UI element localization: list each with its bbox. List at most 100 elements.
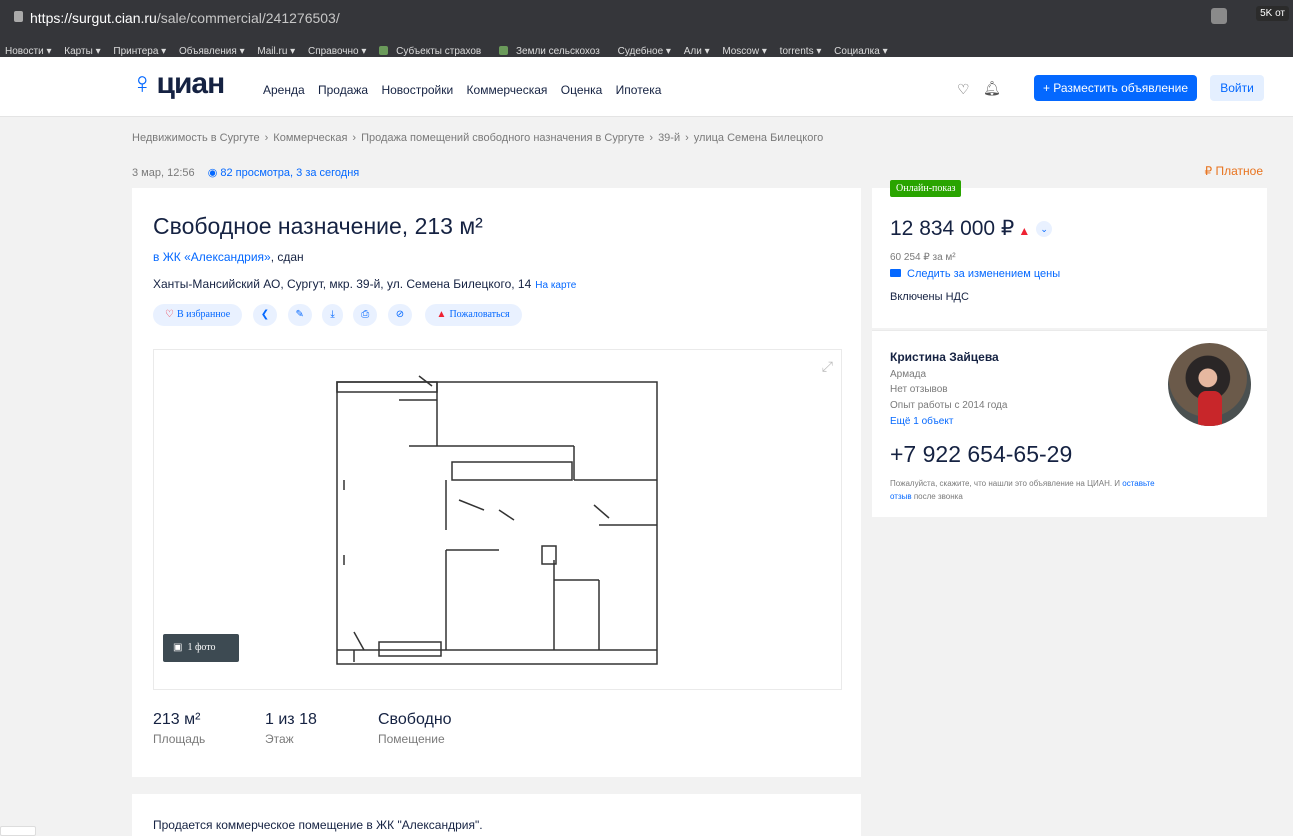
views-link[interactable]: ◉ 82 просмотра, 3 за сегодня — [208, 167, 360, 179]
breadcrumb-item[interactable]: Недвижимость в Сургуте — [132, 132, 260, 144]
agent-phone[interactable]: +7 922 654-65-29 — [890, 441, 1072, 468]
online-showing-badge: Онлайн-показ — [890, 180, 962, 197]
bookmark-reference[interactable]: Справочно ▾ — [308, 46, 366, 57]
price-up-icon: ▲ — [1018, 224, 1031, 238]
breadcrumb-item[interactable]: Коммерческая — [273, 132, 347, 144]
price-history-toggle[interactable]: ⌄ — [1036, 221, 1053, 237]
url-host: https://surgut.cian.ru — [30, 10, 157, 26]
publish-date: 3 мар, 12:56 — [132, 167, 195, 179]
bookmark-printers[interactable]: Принтера ▾ — [113, 46, 166, 57]
breadcrumb-item[interactable]: улица Семена Билецкого — [694, 132, 823, 144]
nav-commercial[interactable]: Коммерческая — [467, 83, 548, 97]
cian-logo[interactable]: ♀ циан — [131, 67, 225, 101]
agent-reviews: Нет отзывов — [890, 384, 948, 395]
price-per-meter: 60 254 ₽ за м² — [890, 252, 956, 263]
bookmark-maps[interactable]: Карты ▾ — [64, 46, 100, 57]
avatar-figure — [1198, 391, 1222, 426]
lock-icon — [14, 11, 23, 22]
complex-line: в ЖК «Александрия», сдан — [153, 250, 304, 264]
scroll-handle[interactable] — [0, 826, 36, 836]
envelope-icon — [890, 269, 901, 277]
bookmark-torrents[interactable]: torrents ▾ — [780, 46, 822, 57]
extension-badge[interactable]: 5K от — [1256, 6, 1289, 21]
description-card: Продается коммерческое помещение в ЖК "А… — [132, 794, 861, 836]
bookmark-favicon — [379, 46, 389, 55]
photo-gallery[interactable]: ⤢ ▣ 1 фото — [153, 349, 842, 690]
bookmark-news[interactable]: Новости ▾ — [5, 46, 52, 57]
agent-name[interactable]: Кристина Зайцева — [890, 350, 999, 364]
bookmark-court[interactable]: Судебное ▾ — [618, 46, 671, 57]
nav-rent[interactable]: Аренда — [263, 83, 305, 97]
breadcrumb-separator-icon: › — [649, 132, 654, 144]
call-hint: Пожалуйста, скажите, что нашли это объяв… — [890, 479, 1155, 501]
agent-more-link[interactable]: Ещё 1 объект — [890, 416, 953, 427]
bookmark-favicon — [499, 46, 508, 55]
bookmark-mailru[interactable]: Mail.ru ▾ — [257, 46, 295, 57]
stat-label: Этаж — [265, 732, 294, 746]
breadcrumb-item[interactable]: 39-й — [658, 132, 680, 144]
stat-premises: Свободно Помещение — [378, 711, 452, 746]
bookmark-ali[interactable]: Али ▾ — [684, 46, 710, 57]
bookmark-farmland[interactable]: Земли сельскохоз — [499, 43, 605, 57]
agent-company: Армада — [890, 369, 927, 380]
share-button[interactable]: ❮ — [252, 304, 278, 326]
heart-icon[interactable]: ♡ — [957, 81, 970, 98]
site-header: ♀ циан Аренда Продажа Новостройки Коммерч… — [0, 57, 1293, 117]
nav-sale[interactable]: Продажа — [318, 83, 368, 97]
warning-icon: ▲ — [436, 309, 447, 320]
download-icon: ⤓ — [330, 309, 335, 320]
stat-value: Свободно — [378, 711, 452, 728]
bookmark-ads[interactable]: Объявления ▾ — [179, 46, 245, 57]
description-text: Продается коммерческое помещение в ЖК "А… — [153, 818, 483, 832]
expand-icon[interactable]: ⤢ — [822, 358, 833, 375]
breadcrumb-separator-icon: › — [264, 132, 269, 144]
bookmark-social[interactable]: Социалка ▾ — [834, 46, 887, 57]
hide-icon: ⊘ — [395, 309, 405, 320]
listing-card: Свободное назначение, 213 м² в ЖК «Алекс… — [132, 188, 861, 777]
nav-new-buildings[interactable]: Новостройки — [381, 83, 453, 97]
price-amount: 12 834 000 ₽ — [890, 217, 1015, 240]
bookmark-moscow[interactable]: Moscow ▾ — [722, 46, 766, 57]
follow-price-link[interactable]: Следить за изменением цены — [890, 268, 1060, 280]
browser-address-bar[interactable]: https://surgut.cian.ru/sale/commercial/2… — [0, 0, 1293, 40]
breadcrumb-item[interactable]: Продажа помещений свободного назначения … — [361, 132, 644, 144]
download-button[interactable]: ⤓ — [322, 304, 343, 326]
favorite-button[interactable]: ♡ В избранное — [153, 304, 243, 326]
login-button[interactable]: Войти — [1210, 75, 1264, 101]
stat-floor: 1 из 18 Этаж — [265, 711, 317, 746]
bookmark-insurance[interactable]: Субъекты страхов — [379, 43, 486, 57]
stat-area: 213 м² Площадь — [153, 711, 205, 746]
address-line: Ханты-Мансийский АО, Сургут, мкр. 39-й, … — [153, 277, 576, 291]
edit-button[interactable]: ✎ — [287, 304, 312, 326]
main-nav: Аренда Продажа Новостройки Коммерческая … — [263, 83, 671, 97]
listing-actions: ♡ В избранное ❮ ✎ ⤓ ⎙ ⊘ ▲ Пожаловаться — [153, 304, 528, 326]
stat-label: Площадь — [153, 732, 206, 746]
url-path: /sale/commercial/241276503/ — [156, 10, 340, 26]
pencil-icon: ✎ — [295, 309, 304, 320]
stat-value: 213 м² — [153, 711, 201, 728]
complex-link[interactable]: в ЖК «Александрия» — [153, 250, 271, 264]
agent-card: Кристина Зайцева Армада Нет отзывов Опыт… — [872, 330, 1267, 517]
nav-mortgage[interactable]: Ипотека — [616, 83, 662, 97]
floor-plan-image — [336, 375, 658, 665]
listing-meta: 3 мар, 12:56 ◉ 82 просмотра, 3 за сегодн… — [132, 166, 359, 179]
address-text: Ханты-Мансийский АО, Сургут, мкр. 39-й, … — [153, 277, 532, 291]
print-icon: ⎙ — [361, 309, 370, 320]
logo-mark-icon: ♀ — [131, 67, 153, 100]
complain-button[interactable]: ▲ Пожаловаться — [424, 304, 522, 326]
post-ad-button[interactable]: + Разместить объявление — [1034, 75, 1197, 101]
photo-count-button[interactable]: ▣ 1 фото — [163, 634, 239, 662]
bell-icon[interactable]: 🔔︎ — [983, 80, 1001, 97]
hide-button[interactable]: ⊘ — [387, 304, 413, 326]
complex-status: , сдан — [270, 250, 304, 264]
bookmarks-bar: Новости ▾ Карты ▾ Принтера ▾ Объявления … — [0, 40, 1293, 57]
map-link[interactable]: На карте — [535, 280, 576, 291]
extension-icon[interactable] — [1211, 8, 1227, 24]
breadcrumb: Недвижимость в Сургуте › Коммерческая › Прод… — [132, 132, 823, 144]
print-button[interactable]: ⎙ — [353, 304, 378, 326]
avatar[interactable] — [1168, 343, 1251, 426]
price-card: Онлайн-показ 12 834 000 ₽ ▲ ⌄ 60 254 ₽ за … — [872, 180, 1267, 328]
nav-valuation[interactable]: Оценка — [561, 83, 603, 97]
listing-title: Свободное назначение, 213 м² — [153, 213, 483, 239]
url-text[interactable]: https://surgut.cian.ru/sale/commercial/2… — [30, 10, 340, 26]
